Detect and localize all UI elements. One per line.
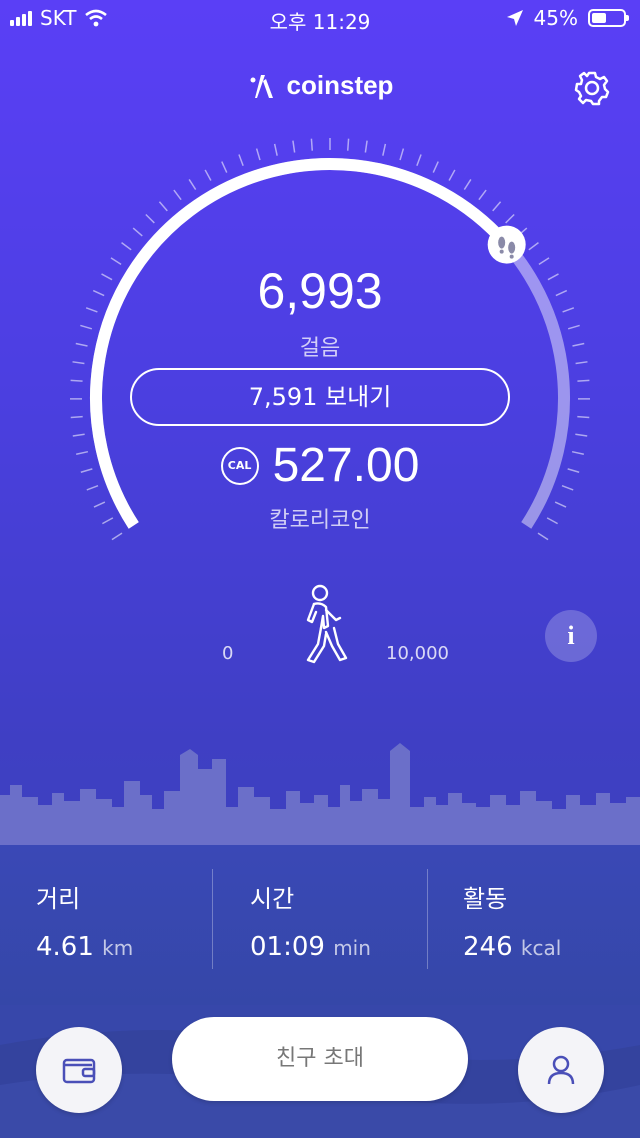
gauge-tick [577, 415, 590, 419]
gauge-tick [382, 143, 387, 156]
coin-label: 칼로리코인 [269, 508, 371, 533]
gauge-tick [346, 138, 350, 151]
gauge-tick [188, 179, 197, 190]
gauge-tick [448, 169, 456, 181]
gauge-tick [273, 143, 278, 156]
gauge-tick [70, 415, 83, 419]
gauge-tick [204, 169, 212, 181]
gauge-tick [255, 148, 261, 161]
stat-unit: km [102, 936, 134, 960]
activity-stats: 거리 4.61 km 시간 01:09 min 활동 246 kcal [0, 845, 640, 1005]
stat-label: 시간 [250, 885, 295, 913]
stat-unit: kcal [520, 936, 562, 960]
wallet-button[interactable] [36, 1027, 122, 1113]
gauge-min-label: 0 [222, 643, 234, 664]
step-label: 걸음 [299, 336, 341, 361]
gauge-tick [432, 161, 439, 173]
gauge-tick [145, 213, 155, 224]
gauge-tick [72, 433, 85, 437]
gauge-tick [567, 324, 580, 330]
bottom-bar: 친구 초대 [0, 1005, 640, 1138]
profile-icon [547, 1055, 575, 1085]
gauge-tick [416, 154, 422, 166]
progress-marker [487, 225, 526, 264]
divider [427, 869, 428, 969]
gauge-tick [111, 532, 123, 541]
gauge-tick [478, 189, 487, 201]
stat-label: 활동 [463, 885, 508, 913]
gauge-tick [537, 532, 549, 541]
invite-friends-button[interactable]: 친구 초대 [172, 1017, 468, 1101]
gauge-tick [575, 433, 588, 437]
step-count: 6,993 [257, 263, 383, 319]
gauge-tick [132, 227, 143, 237]
gauge-tick [528, 242, 539, 251]
profile-button[interactable] [518, 1027, 604, 1113]
gauge-tick [121, 242, 132, 251]
divider [212, 869, 213, 969]
wallet-icon [62, 1058, 96, 1084]
cal-coin-icon: CAL [220, 446, 259, 485]
stat-activity: 활동 246 kcal [463, 879, 640, 962]
gauge-tick [575, 361, 588, 365]
gauge-tick [72, 361, 85, 365]
gauge-tick [173, 189, 182, 201]
gauge-tick [221, 161, 228, 173]
stat-time: 시간 01:09 min [250, 879, 450, 962]
stat-value: 4.61 [36, 932, 94, 962]
gauge-max-label: 10,000 [386, 643, 449, 664]
city-skyline-illustration [0, 743, 640, 845]
gauge-tick [364, 140, 368, 153]
gauge-tick [463, 179, 472, 190]
gauge-tick [492, 201, 502, 212]
gauge-tick [505, 213, 515, 224]
gauge-tick [577, 379, 590, 382]
coin-balance: CAL 527.00 [0, 438, 640, 493]
info-button[interactable]: i [545, 610, 597, 662]
gauge-tick [310, 138, 314, 151]
send-steps-button[interactable]: 7,591 보내기 [130, 368, 510, 426]
gauge-tick [158, 201, 168, 212]
gauge-tick [399, 148, 405, 161]
gauge-tick [80, 324, 93, 330]
coin-value: 527.00 [272, 439, 420, 492]
gauge-tick [238, 154, 244, 166]
stat-value: 246 [463, 932, 513, 962]
stat-value: 01:09 [250, 932, 325, 962]
stat-unit: min [333, 936, 371, 960]
gauge-tick [292, 140, 296, 153]
stat-distance: 거리 4.61 km [36, 879, 236, 962]
walking-person-icon [306, 584, 348, 664]
stat-label: 거리 [36, 885, 81, 913]
gauge-tick [70, 379, 83, 382]
